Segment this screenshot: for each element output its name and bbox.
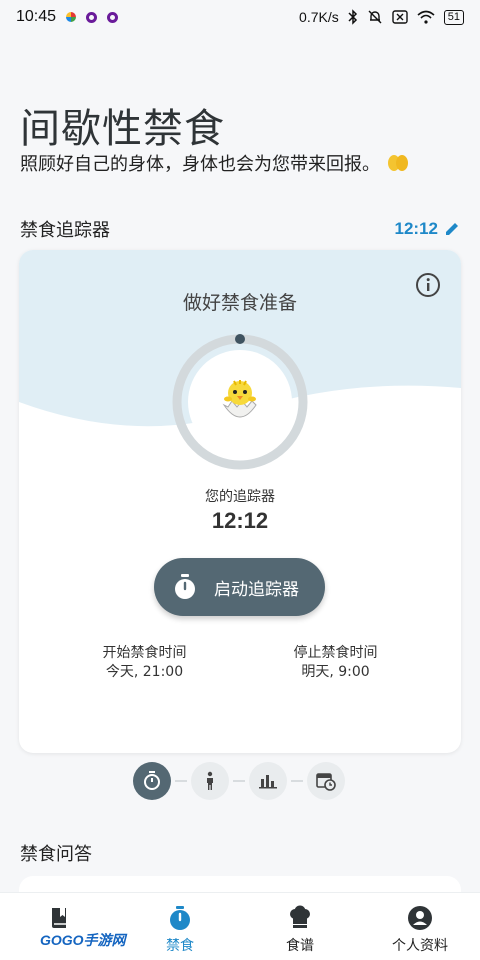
step-divider xyxy=(171,780,191,782)
start-tracker-label: 启动追踪器 xyxy=(214,579,299,600)
nav-label-fasting: 禁食 xyxy=(166,938,194,954)
edit-tracker-link[interactable]: 12:12 xyxy=(395,219,460,239)
page-title: 间歇性禁食 xyxy=(20,106,225,152)
watermark-logo: GOGO手游网 xyxy=(40,932,126,948)
timer-icon xyxy=(170,906,190,930)
step-timer[interactable] xyxy=(133,762,171,800)
hatching-chick-icon xyxy=(222,380,257,418)
mute-bell-icon xyxy=(368,10,382,24)
stop-time-label: 停止禁食时间 xyxy=(293,645,378,661)
status-time: 10:45 xyxy=(16,8,57,25)
stopwatch-icon xyxy=(175,574,195,599)
subtitle-text: 照顾好自己的身体，身体也会为您带来回报。 xyxy=(20,154,380,175)
pencil-icon xyxy=(446,223,458,235)
book-icon xyxy=(52,908,66,928)
your-tracker-value: 12:12 xyxy=(211,508,269,533)
battery-icon: 51 xyxy=(443,9,464,25)
timer-icon xyxy=(144,771,160,790)
app-notification-icon xyxy=(66,12,77,22)
tracker-section-header: 禁食追踪器 12:12 xyxy=(20,216,460,242)
fasting-times: 开始禁食时间 今天, 21:00 停止禁食时间 明天, 9:00 xyxy=(19,644,461,682)
tracker-card: 做好禁食准备 您的追踪器 12:12 启动追踪器 开始禁食时间 今天, 21:0… xyxy=(19,250,461,753)
chef-hat-icon xyxy=(290,905,310,928)
stop-time-block[interactable]: 停止禁食时间 明天, 9:00 xyxy=(240,644,461,682)
card-heading: 做好禁食准备 xyxy=(182,292,297,314)
feature-stepper xyxy=(133,762,345,800)
start-time-block[interactable]: 开始禁食时间 今天, 21:00 xyxy=(19,644,240,682)
progress-ring xyxy=(170,332,310,472)
step-calendar[interactable] xyxy=(307,762,345,800)
nav-item-profile[interactable]: 个人资料 xyxy=(360,893,480,960)
tracker-section-title: 禁食追踪器 xyxy=(20,220,110,241)
status-bar: 10:45 0.7K/s 51 xyxy=(0,0,480,34)
step-divider xyxy=(229,780,249,782)
start-time-value: 今天, 21:00 xyxy=(105,664,184,680)
nav-item-fasting[interactable]: 禁食 xyxy=(120,893,240,960)
calendar-clock-icon xyxy=(316,773,336,791)
bluetooth-icon xyxy=(348,9,357,25)
nav-item-recipes[interactable]: 食谱 xyxy=(240,893,360,960)
net-speed: 0.7K/s xyxy=(299,9,339,25)
nav-label-profile: 个人资料 xyxy=(392,938,448,954)
step-stats[interactable] xyxy=(249,762,287,800)
sim-off-icon xyxy=(392,10,408,24)
step-divider xyxy=(287,780,307,782)
tracker-time-text: 12:12 xyxy=(394,219,438,238)
wifi-icon xyxy=(417,10,435,24)
status-left: 10:45 xyxy=(16,8,119,26)
step-activity[interactable] xyxy=(191,762,229,800)
bar-chart-icon xyxy=(259,775,277,789)
page-subtitle: 照顾好自己的身体，身体也会为您带来回报。 xyxy=(20,150,410,176)
stop-time-value: 明天, 9:00 xyxy=(301,664,370,680)
profile-icon xyxy=(408,906,432,930)
start-time-label: 开始禁食时间 xyxy=(102,645,187,661)
nav-label-recipes: 食谱 xyxy=(286,938,314,954)
app-notification-icon xyxy=(107,11,119,23)
walking-icon xyxy=(207,771,213,790)
your-tracker-label: 您的追踪器 xyxy=(205,489,275,505)
status-right: 0.7K/s 51 xyxy=(299,9,464,25)
app-notification-icon xyxy=(86,11,98,23)
praying-hands-icon xyxy=(388,155,408,171)
qa-section-title: 禁食问答 xyxy=(20,844,92,865)
start-tracker-button[interactable]: 启动追踪器 xyxy=(154,558,325,616)
